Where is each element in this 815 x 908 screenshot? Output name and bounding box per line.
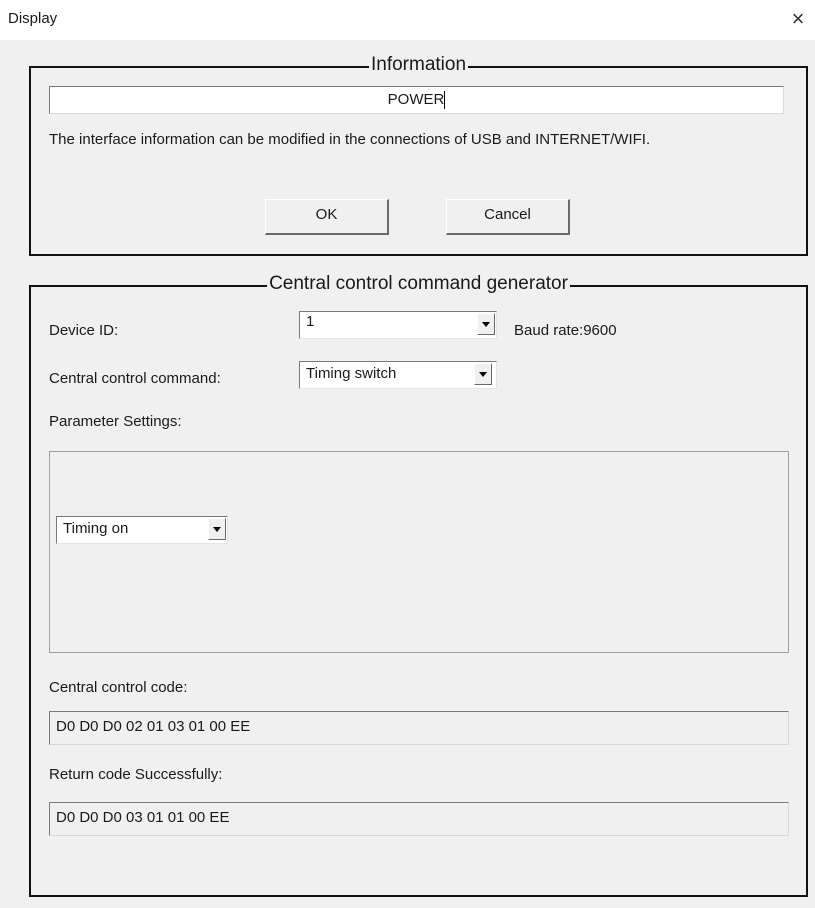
return-code-label: Return code Successfully: [49, 766, 223, 783]
timing-value: Timing on [63, 520, 129, 537]
ok-button[interactable]: OK [265, 199, 389, 235]
window-title: Display [8, 10, 58, 27]
parameter-settings-label: Parameter Settings: [49, 413, 182, 430]
close-icon[interactable]: × [787, 8, 809, 30]
chevron-down-icon[interactable] [208, 518, 226, 540]
interface-name-value: POWER [387, 91, 445, 108]
chevron-down-icon[interactable] [474, 363, 492, 385]
central-control-code-field[interactable]: D0 D0 D0 02 01 03 01 00 EE [49, 711, 789, 745]
parameter-settings-panel [49, 451, 789, 653]
device-id-value: 1 [306, 313, 315, 330]
central-control-command-value: Timing switch [306, 365, 397, 382]
information-description: The interface information can be modifie… [49, 131, 651, 148]
device-id-select[interactable]: 1 [299, 311, 497, 339]
information-title: Information [368, 54, 469, 75]
command-generator-title: Central control command generator [267, 273, 570, 294]
cancel-button[interactable]: Cancel [446, 199, 570, 235]
central-control-code-label: Central control code: [49, 679, 188, 696]
title-bar: Display × [0, 0, 815, 40]
interface-name-input[interactable]: POWER [49, 86, 784, 114]
device-id-label: Device ID: [49, 322, 119, 339]
return-code-field[interactable]: D0 D0 D0 03 01 01 00 EE [49, 802, 789, 836]
central-control-command-label: Central control command: [49, 370, 221, 387]
timing-select[interactable]: Timing on [56, 516, 228, 544]
central-control-command-select[interactable]: Timing switch [299, 361, 497, 389]
baud-rate-label: Baud rate:9600 [514, 322, 617, 339]
chevron-down-icon[interactable] [477, 313, 495, 335]
